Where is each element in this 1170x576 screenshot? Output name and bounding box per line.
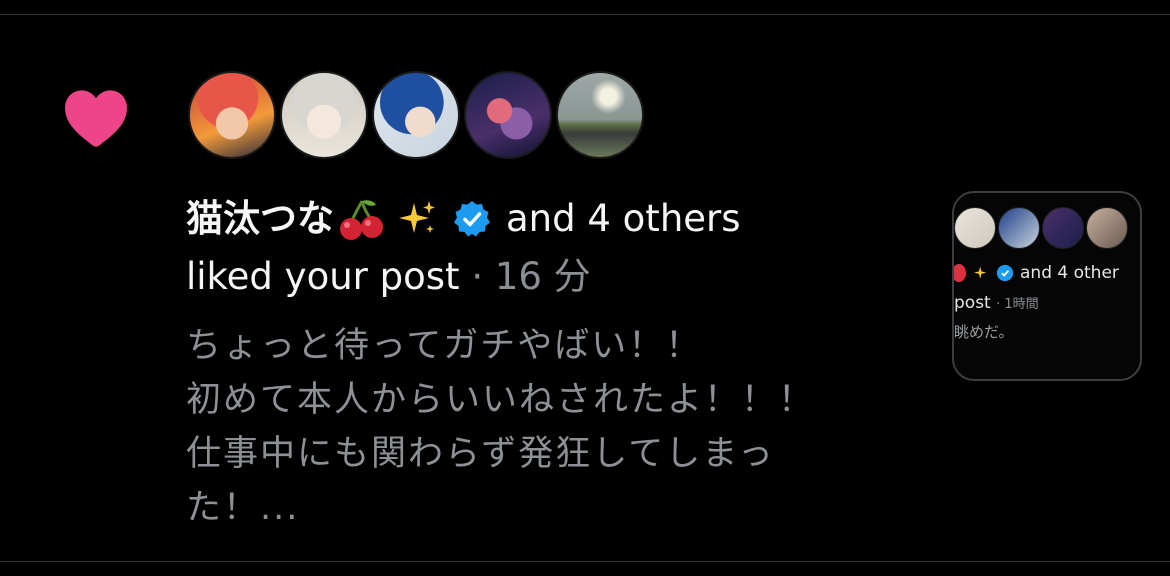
avatar[interactable] [188,71,276,159]
thumbnail-avatar [954,207,996,249]
thumbnail-avatars [954,207,1130,249]
action-text: liked your post [186,255,460,298]
avatar[interactable] [372,71,460,159]
liker-avatars [188,71,648,159]
username[interactable]: 猫汰つな [186,194,334,244]
notification-headline: 猫汰つな and 4 others [186,193,916,245]
thumbnail-headline: and 4 other [954,263,1119,283]
sparkles-icon [974,266,987,279]
thumbnail-action: post · 1時間 [954,293,1039,313]
thumbnail-time: · 1時間 [996,297,1039,312]
notification-text: 猫汰つな and 4 others liked your post · 16 分… [186,193,916,535]
post-thumbnail[interactable]: and 4 other post · 1時間 眺めだ。 [952,191,1142,381]
avatar[interactable] [464,71,552,159]
timestamp: 16 分 [494,255,591,298]
thumbnail-preview: 眺めだ。 [954,323,1014,341]
thumbnail-and-others: and 4 other [1020,263,1119,283]
thumbnail-avatar [1086,207,1128,249]
notification-action: liked your post · 16 分 [186,251,916,303]
verified-badge-icon [996,264,1014,282]
verified-badge-icon [454,201,490,237]
sparkles-icon [399,201,435,233]
thumbnail-avatar [1042,207,1084,249]
thumbnail-action-text: post [954,293,991,313]
avatar[interactable] [556,71,644,159]
like-notification[interactable]: 猫汰つな and 4 others liked your post · 16 分… [0,15,1170,561]
separator: · [471,255,484,298]
heart-icon [65,90,127,147]
avatar[interactable] [280,71,368,159]
thumbnail-avatar [998,207,1040,249]
and-others-text: and 4 others [506,197,741,240]
cherry-icon [954,264,966,282]
cherry-icon [340,200,383,240]
bottom-divider [0,561,1170,562]
post-preview-text: ちょっと待ってガチやばい！！ 初めて本人からいいねされたよ！！！ 仕事中にも関わ… [186,326,816,528]
